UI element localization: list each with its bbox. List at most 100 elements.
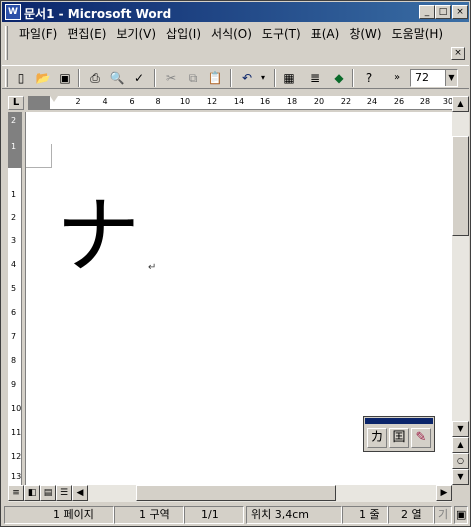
- cut-icon[interactable]: ✂: [162, 69, 180, 87]
- help-icon[interactable]: ?: [360, 69, 378, 87]
- horizontal-scroll-thumb[interactable]: [136, 485, 336, 501]
- save-icon[interactable]: ▣: [56, 69, 74, 87]
- ruler-tick-label: 18: [286, 97, 298, 106]
- status-bar: 1 페이지 1 구역 1/1 위치 3,4cm 1 줄 2 열 기 ▣: [2, 504, 469, 526]
- status-position: 위치 3,4cm: [246, 506, 342, 524]
- ruler-tick-label: 12: [206, 97, 218, 106]
- minimize-button[interactable]: _: [419, 5, 435, 19]
- ruler-tick-label: 1: [11, 190, 17, 199]
- menu-tools[interactable]: 도구(T): [257, 26, 306, 42]
- zoom-value: 72: [415, 71, 429, 84]
- document-character[interactable]: ナ: [56, 188, 140, 284]
- ruler-tick-label: 8: [11, 356, 17, 365]
- word-window: W 문서1 - Microsoft Word _ □ × 파일(F) 편집(E)…: [0, 0, 471, 527]
- menu-view[interactable]: 보기(V): [111, 26, 161, 42]
- ruler-tick-label: 5: [11, 284, 17, 293]
- paste-icon[interactable]: 📋: [206, 69, 224, 87]
- menu-window[interactable]: 창(W): [344, 26, 386, 42]
- ruler-tick-label: 22: [340, 97, 352, 106]
- print-preview-icon[interactable]: 🔍: [108, 69, 126, 87]
- vertical-scrollbar[interactable]: ▲ ▼ ▲ ○ ▼: [452, 96, 469, 485]
- print-layout-icon[interactable]: ▤: [40, 485, 56, 501]
- text-boundary-corner: [26, 144, 52, 168]
- ruler-tick-label: 20: [313, 97, 325, 106]
- scroll-down-button[interactable]: ▼: [452, 421, 469, 437]
- menu-edit[interactable]: 편집(E): [62, 26, 111, 42]
- scroll-left-button[interactable]: ◀: [72, 485, 88, 501]
- ruler-tick-label: 13: [11, 472, 22, 481]
- spelling-status-icon[interactable]: ▣: [454, 506, 468, 524]
- ruler-tick-label: 4: [11, 260, 17, 269]
- scroll-thumb[interactable]: [452, 136, 469, 236]
- ime-pad-button[interactable]: ✎: [411, 428, 431, 448]
- ruler-tick-label: 4: [102, 97, 108, 106]
- web-view-icon[interactable]: ◧: [24, 485, 40, 501]
- next-page-button[interactable]: ▼: [452, 469, 469, 485]
- ruler-tick-label: 6: [11, 308, 17, 317]
- toolbar-separator: [230, 69, 232, 87]
- status-column: 2 열: [388, 506, 434, 524]
- ruler-tick-label: 24: [366, 97, 378, 106]
- ruler-tick-label: 14: [233, 97, 245, 106]
- status-line: 1 줄: [342, 506, 388, 524]
- ruler-tick-label: 28: [419, 97, 431, 106]
- ruler-tick-label: 7: [11, 332, 17, 341]
- zoom-select[interactable]: 72 ▼: [410, 69, 458, 87]
- maximize-button[interactable]: □: [435, 5, 451, 19]
- ruler-tick-label: 10: [11, 404, 22, 413]
- word-app-icon[interactable]: W: [5, 4, 21, 20]
- ime-title-bar[interactable]: [365, 418, 433, 424]
- document-close-button[interactable]: ×: [451, 47, 465, 60]
- vertical-ruler[interactable]: 2 1 1 2 3 4 5 6 7 8 9 10 11 12 13: [8, 112, 22, 485]
- horizontal-ruler[interactable]: 2 4 6 8 10 12 14 16 18 20 22 24 26 28 30: [28, 96, 452, 110]
- ime-hanja-button[interactable]: 囯: [389, 428, 409, 448]
- spelling-icon[interactable]: ✓: [130, 69, 148, 87]
- normal-view-icon[interactable]: ≡: [8, 485, 24, 501]
- ruler-tick-label: 2: [75, 97, 81, 106]
- menu-bar: 파일(F) 편집(E) 보기(V) 삽입(I) 서식(O) 도구(T) 표(A)…: [2, 23, 469, 65]
- new-icon[interactable]: ▯: [12, 69, 30, 87]
- close-button[interactable]: ×: [452, 5, 468, 19]
- ime-language-bar[interactable]: カ 囯 ✎: [363, 416, 435, 452]
- ruler-tick-label: 3: [11, 236, 17, 245]
- menu-help[interactable]: 도움말(H): [387, 26, 449, 42]
- columns-icon[interactable]: ≣: [306, 69, 324, 87]
- menu-table[interactable]: 표(A): [306, 26, 345, 42]
- copy-icon[interactable]: ⧉: [184, 69, 202, 87]
- open-icon[interactable]: 📂: [34, 69, 52, 87]
- title-bar[interactable]: W 문서1 - Microsoft Word _ □ ×: [2, 2, 469, 22]
- more-buttons-icon[interactable]: »: [388, 69, 406, 87]
- chevron-down-icon[interactable]: ▼: [445, 70, 457, 86]
- standard-toolbar: ▯ 📂 ▣ ⎙ 🔍 ✓ ✂ ⧉ 📋 ↶ ▾ ▦ ≣ ◆ ? » 72 ▼: [2, 65, 469, 89]
- ruler-tick-label: 16: [259, 97, 271, 106]
- ruler-tick-label: 12: [11, 452, 22, 461]
- drawing-icon[interactable]: ◆: [330, 69, 348, 87]
- ruler-tick-label: 8: [155, 97, 161, 106]
- ruler-tick-label: 2: [11, 116, 17, 125]
- select-browse-object-button[interactable]: ○: [452, 453, 469, 469]
- table-icon[interactable]: ▦: [280, 69, 298, 87]
- status-page-of: 1/1: [184, 506, 244, 524]
- ruler-tick-label: 10: [179, 97, 191, 106]
- toolbar-grip[interactable]: [5, 69, 8, 87]
- window-title: 문서1 - Microsoft Word: [24, 7, 172, 21]
- toolbar-separator: [78, 69, 80, 87]
- menu-grip[interactable]: [5, 26, 8, 60]
- scroll-right-button[interactable]: ▶: [436, 485, 452, 501]
- print-icon[interactable]: ⎙: [86, 69, 104, 87]
- menu-file[interactable]: 파일(F): [14, 26, 62, 42]
- previous-page-button[interactable]: ▲: [452, 437, 469, 453]
- outline-view-icon[interactable]: ☰: [56, 485, 72, 501]
- ruler-margin-left: [28, 96, 50, 109]
- indent-marker[interactable]: [50, 96, 58, 102]
- undo-dropdown-icon[interactable]: ▾: [254, 69, 272, 87]
- paragraph-mark: ↵: [148, 262, 157, 273]
- ime-katakana-button[interactable]: カ: [367, 428, 387, 448]
- tab-selector-button[interactable]: L: [8, 96, 24, 110]
- ruler-tick-label: 2: [11, 213, 17, 222]
- menu-format[interactable]: 서식(O): [206, 26, 257, 42]
- menu-insert[interactable]: 삽입(I): [161, 26, 206, 42]
- horizontal-scroll-row: ≡ ◧ ▤ ☰ ◀ ▶: [8, 485, 452, 502]
- scroll-up-button[interactable]: ▲: [452, 96, 469, 112]
- ruler-tick-label: 30: [442, 97, 452, 106]
